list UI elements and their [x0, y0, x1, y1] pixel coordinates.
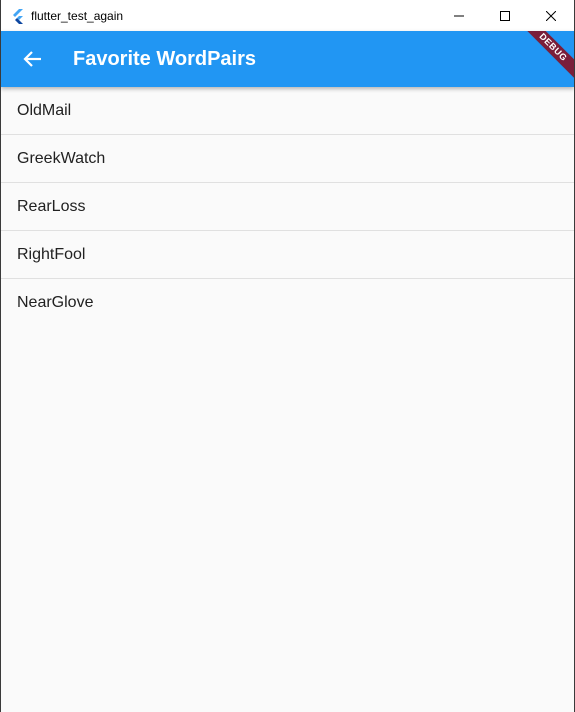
app-window: flutter_test_again Favorite WordPairs DE… [0, 0, 575, 712]
list-item[interactable]: RightFool [1, 231, 574, 279]
list-item[interactable]: RearLoss [1, 183, 574, 231]
list-item-label: OldMail [17, 101, 72, 119]
list-item-label: GreekWatch [17, 149, 106, 167]
page-title: Favorite WordPairs [73, 48, 257, 70]
minimize-button[interactable] [436, 0, 482, 31]
list-item[interactable]: GreekWatch [1, 135, 574, 183]
list-item-label: RightFool [17, 245, 86, 263]
list-item[interactable]: OldMail [1, 87, 574, 135]
list-item-label: RearLoss [17, 197, 86, 215]
close-button[interactable] [528, 0, 574, 31]
maximize-icon [500, 10, 510, 21]
list-item[interactable]: NearGlove [1, 279, 574, 326]
maximize-button[interactable] [482, 0, 528, 31]
arrow-back-icon [23, 51, 41, 67]
close-icon [546, 10, 556, 21]
favorites-list: OldMail GreekWatch RearLoss RightFool Ne… [1, 87, 574, 326]
window-title: flutter_test_again [31, 8, 124, 23]
window-titlebar[interactable]: flutter_test_again [1, 0, 574, 31]
list-item-label: NearGlove [17, 293, 94, 311]
app-bar: Favorite WordPairs [1, 31, 574, 87]
back-button[interactable] [9, 35, 57, 83]
minimize-icon [454, 15, 464, 16]
flutter-icon [10, 8, 26, 24]
window-controls [436, 0, 574, 31]
